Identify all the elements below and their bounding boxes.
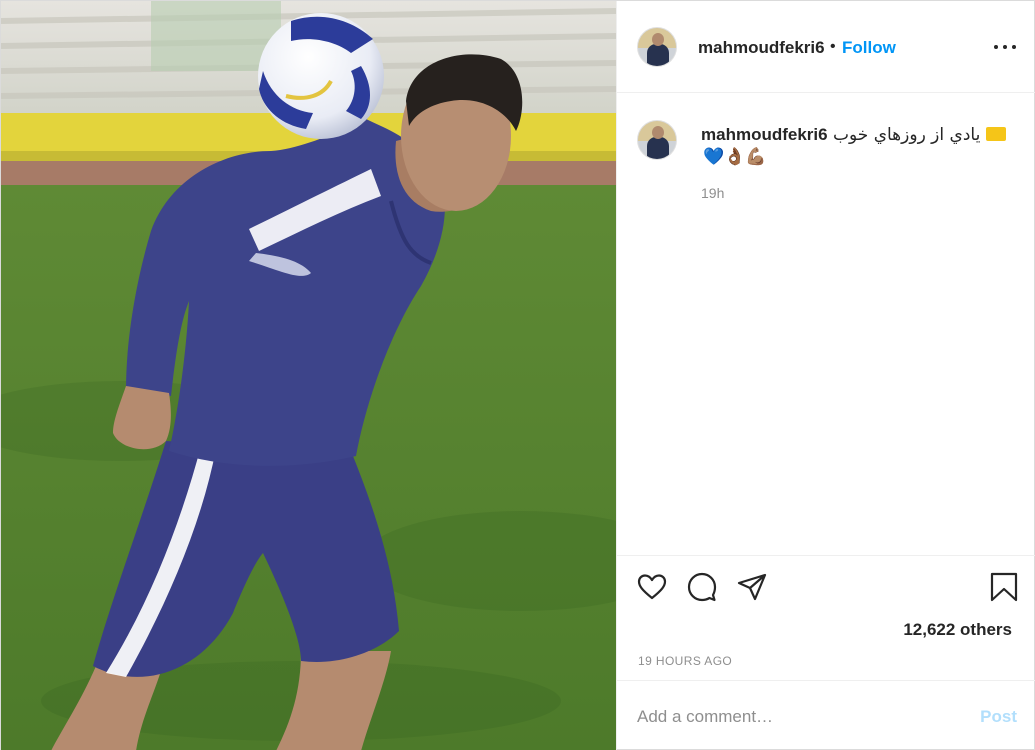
avatar[interactable] bbox=[637, 27, 677, 67]
post-comment-button[interactable]: Post bbox=[980, 707, 1017, 727]
post-header: mahmoudfekri6 • Follow bbox=[617, 1, 1035, 93]
separator-dot: • bbox=[830, 38, 836, 55]
post-actions: 12,622 others 19 HOURS AGO bbox=[617, 555, 1035, 681]
heart-icon[interactable] bbox=[636, 571, 668, 603]
caption-text-content: يادي از روزهاي خوب bbox=[833, 125, 981, 145]
football-player-image bbox=[1, 1, 616, 750]
header-username[interactable]: mahmoudfekri6 bbox=[698, 38, 825, 58]
bookmark-icon[interactable] bbox=[988, 571, 1020, 603]
crown-emoji-icon bbox=[985, 127, 1006, 141]
follow-button[interactable]: Follow bbox=[842, 38, 896, 58]
post-caption: mahmoudfekri6 يادي از روزهاي خوب 💙👌🏾💪🏽 1… bbox=[617, 94, 1035, 554]
instagram-post-modal: mahmoudfekri6 • Follow mahmoudfekri6 ياد… bbox=[0, 0, 1035, 750]
caption-avatar[interactable] bbox=[637, 120, 677, 160]
comment-input[interactable] bbox=[637, 704, 937, 730]
post-side-panel: mahmoudfekri6 • Follow mahmoudfekri6 ياد… bbox=[616, 1, 1035, 750]
post-photo[interactable] bbox=[1, 1, 616, 750]
caption-emoji-line: 💙👌🏾💪🏽 bbox=[703, 147, 767, 167]
caption-text: يادي از روزهاي خوب bbox=[833, 125, 1006, 145]
more-options-icon[interactable] bbox=[993, 36, 1019, 58]
comment-icon[interactable] bbox=[686, 571, 718, 603]
post-time-ago[interactable]: 19 HOURS AGO bbox=[638, 654, 732, 668]
caption-username[interactable]: mahmoudfekri6 bbox=[701, 125, 828, 145]
caption-timestamp[interactable]: 19h bbox=[701, 185, 724, 201]
comment-bar: Post bbox=[617, 682, 1035, 750]
share-icon[interactable] bbox=[736, 571, 768, 603]
likes-count[interactable]: 12,622 others bbox=[903, 620, 1012, 640]
